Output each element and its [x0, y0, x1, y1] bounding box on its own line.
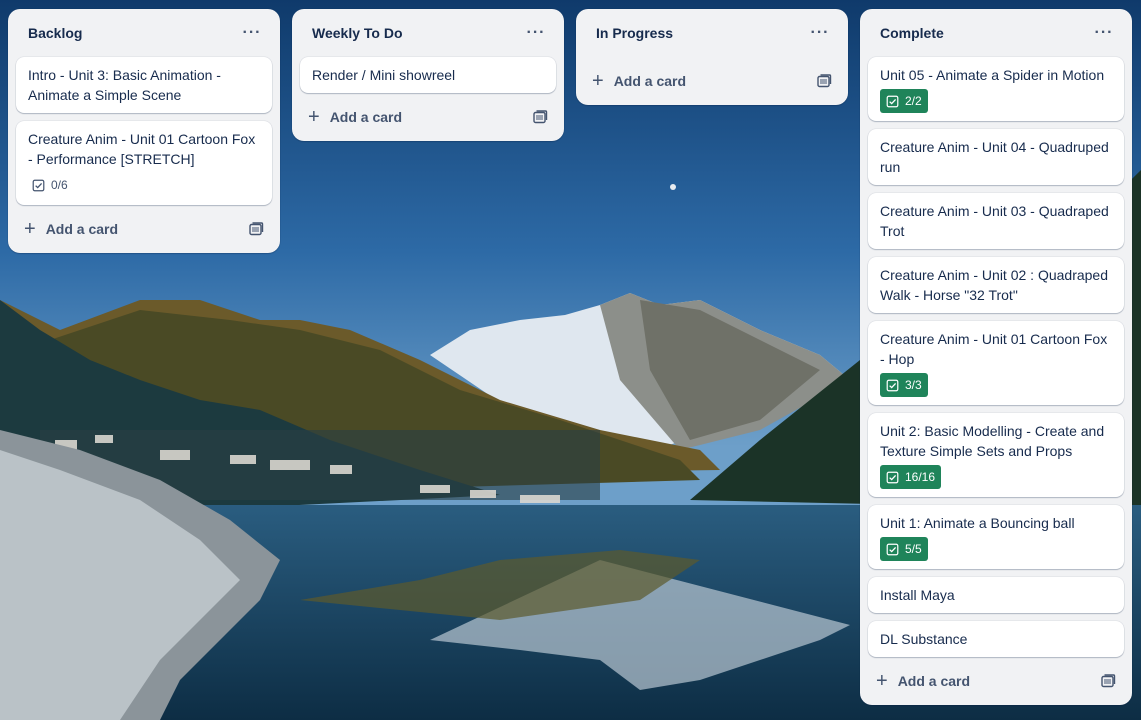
card[interactable]: Install Maya [868, 577, 1124, 613]
ellipsis-icon[interactable]: ··· [804, 17, 836, 49]
ellipsis-icon[interactable]: ··· [1088, 17, 1120, 49]
card-list: Unit 05 - Animate a Spider in Motion 2/2… [860, 57, 1132, 657]
list-header: Backlog ··· [8, 9, 280, 57]
list-title[interactable]: Weekly To Do [312, 25, 403, 41]
list-weekly-to-do: Weekly To Do ··· Render / Mini showreel … [292, 9, 564, 141]
list-footer: + Add a card [576, 57, 848, 105]
ellipsis-icon[interactable]: ··· [520, 17, 552, 49]
add-card-button[interactable]: + Add a card [592, 71, 686, 91]
card-title: Install Maya [880, 587, 955, 603]
card-title: Unit 1: Animate a Bouncing ball [880, 515, 1075, 531]
checklist-count: 16/16 [905, 470, 936, 484]
card[interactable]: Creature Anim - Unit 03 - Quadraped Trot [868, 193, 1124, 249]
card-title: Creature Anim - Unit 01 Cartoon Fox - Ho… [880, 331, 1108, 367]
card[interactable]: DL Substance [868, 621, 1124, 657]
list-header: Weekly To Do ··· [292, 9, 564, 57]
card-title: Creature Anim - Unit 01 Cartoon Fox - Pe… [28, 131, 256, 167]
card-title: Unit 2: Basic Modelling - Create and Tex… [880, 423, 1105, 459]
card-list: Intro - Unit 3: Basic Animation - Animat… [8, 57, 280, 205]
card-template-icon[interactable] [1100, 673, 1116, 689]
card[interactable]: Intro - Unit 3: Basic Animation - Animat… [16, 57, 272, 113]
board: Backlog ··· Intro - Unit 3: Basic Animat… [0, 0, 1141, 720]
checklist-count: 0/6 [51, 178, 68, 192]
list-header: In Progress ··· [576, 9, 848, 57]
add-card-label: Add a card [329, 109, 403, 125]
add-card-label: Add a card [45, 221, 119, 237]
list-title[interactable]: In Progress [596, 25, 673, 41]
list-header: Complete ··· [860, 9, 1132, 57]
checklist-icon [886, 471, 899, 483]
list-footer: + Add a card [860, 657, 1132, 705]
list-title[interactable]: Complete [880, 25, 944, 41]
checklist-badge: 2/2 [880, 89, 928, 113]
card-title: Creature Anim - Unit 03 - Quadraped Trot [880, 203, 1109, 239]
card-title: Creature Anim - Unit 04 - Quadruped run [880, 139, 1109, 175]
list-complete: Complete ··· Unit 05 - Animate a Spider … [860, 9, 1132, 705]
add-card-button[interactable]: + Add a card [876, 671, 970, 691]
ellipsis-icon[interactable]: ··· [236, 17, 268, 49]
add-card-button[interactable]: + Add a card [24, 219, 118, 239]
card-list: Render / Mini showreel [292, 57, 564, 93]
list-in-progress: In Progress ··· + Add a card [576, 9, 848, 105]
add-card-button[interactable]: + Add a card [308, 107, 402, 127]
card-title: Intro - Unit 3: Basic Animation - Animat… [28, 67, 221, 103]
card[interactable]: Unit 05 - Animate a Spider in Motion 2/2 [868, 57, 1124, 121]
card[interactable]: Creature Anim - Unit 04 - Quadruped run [868, 129, 1124, 185]
plus-icon: + [308, 106, 320, 128]
card-title: Unit 05 - Animate a Spider in Motion [880, 67, 1105, 83]
card[interactable]: Render / Mini showreel [300, 57, 556, 93]
card-template-icon[interactable] [248, 221, 264, 237]
checklist-icon [32, 179, 45, 191]
list-footer: + Add a card [8, 205, 280, 253]
card-title: DL Substance [880, 631, 968, 647]
card-title: Render / Mini showreel [312, 67, 456, 83]
checklist-count: 5/5 [905, 542, 922, 556]
card-template-icon[interactable] [816, 73, 832, 89]
card[interactable]: Creature Anim - Unit 01 Cartoon Fox - Ho… [868, 321, 1124, 405]
checklist-icon [886, 95, 899, 107]
card[interactable]: Creature Anim - Unit 02 : Quadraped Walk… [868, 257, 1124, 313]
list-title[interactable]: Backlog [28, 25, 82, 41]
card[interactable]: Unit 1: Animate a Bouncing ball 5/5 [868, 505, 1124, 569]
checklist-badge: 5/5 [880, 537, 928, 561]
plus-icon: + [876, 670, 888, 692]
card[interactable]: Creature Anim - Unit 01 Cartoon Fox - Pe… [16, 121, 272, 205]
add-card-label: Add a card [613, 73, 687, 89]
card[interactable]: Unit 2: Basic Modelling - Create and Tex… [868, 413, 1124, 497]
card-title: Creature Anim - Unit 02 : Quadraped Walk… [880, 267, 1109, 303]
checklist-icon [886, 379, 899, 391]
checklist-count: 2/2 [905, 94, 922, 108]
list-backlog: Backlog ··· Intro - Unit 3: Basic Animat… [8, 9, 280, 253]
checklist-badge: 16/16 [880, 465, 942, 489]
checklist-count: 3/3 [905, 378, 922, 392]
card-template-icon[interactable] [532, 109, 548, 125]
plus-icon: + [592, 70, 604, 92]
add-card-label: Add a card [897, 673, 971, 689]
list-footer: + Add a card [292, 93, 564, 141]
checklist-badge: 3/3 [880, 373, 928, 397]
checklist-badge: 0/6 [28, 173, 74, 197]
checklist-icon [886, 543, 899, 555]
plus-icon: + [24, 218, 36, 240]
